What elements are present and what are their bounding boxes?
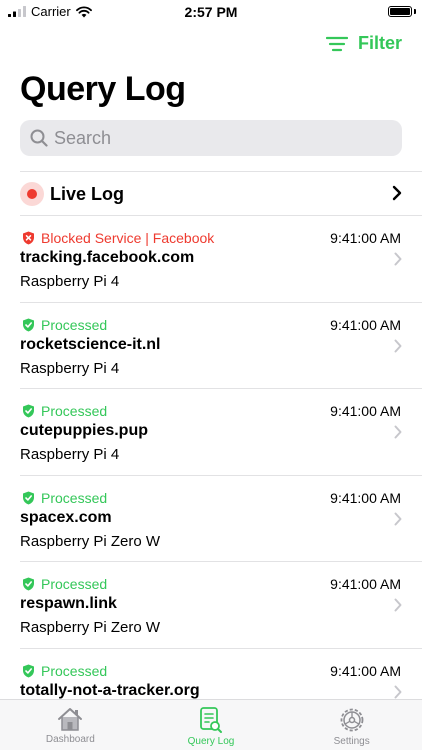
- entry-domain: spacex.com: [20, 508, 112, 526]
- gear-icon: [340, 708, 364, 732]
- chevron-right-icon: [394, 512, 402, 526]
- entry-status: Processed: [22, 663, 107, 679]
- log-entry[interactable]: Processed 9:41:00 AM cutepuppies.pup Ras…: [0, 389, 422, 476]
- chevron-right-icon: [394, 339, 402, 353]
- battery-icon: [388, 6, 412, 17]
- chevron-right-icon: [394, 598, 402, 612]
- entry-time: 9:41:00 AM: [330, 489, 401, 506]
- entry-domain: cutepuppies.pup: [20, 422, 148, 440]
- entry-status: Processed: [22, 490, 107, 506]
- log-entry[interactable]: Processed 9:41:00 AM spacex.com Raspberr…: [0, 476, 422, 563]
- entry-status-label: Processed: [41, 662, 108, 679]
- entry-time: 9:41:00 AM: [330, 576, 401, 593]
- entry-status-label: Blocked Service | Facebook: [41, 230, 215, 246]
- search-bar[interactable]: [20, 120, 402, 156]
- tab-label: Dashboard: [45, 734, 95, 745]
- entry-time: 9:41:00 AM: [330, 403, 401, 420]
- entry-time: 9:41:00 AM: [330, 316, 401, 333]
- tab-bar: Dashboard Query Log Settings: [0, 699, 422, 750]
- blocked-shield-icon: [23, 231, 34, 245]
- entry-status: Blocked Service | Facebook: [22, 230, 214, 246]
- search-icon: [30, 129, 48, 147]
- processed-shield-icon: [23, 404, 34, 418]
- entry-time: 9:41:00 AM: [330, 230, 401, 246]
- log-entry[interactable]: Blocked Service | Facebook 9:41:00 AM tr…: [0, 216, 422, 303]
- house-icon: [58, 708, 83, 731]
- entry-client: Raspberry Pi 4: [20, 359, 120, 377]
- entry-status-label: Processed: [41, 316, 108, 333]
- entry-domain: rocketscience-it.nl: [20, 335, 161, 353]
- processed-shield-icon: [23, 491, 34, 505]
- entry-time: 9:41:00 AM: [330, 662, 401, 679]
- tab-query-log[interactable]: Query Log: [141, 700, 282, 750]
- processed-shield-icon: [23, 577, 34, 591]
- live-indicator-icon: [20, 182, 44, 206]
- entry-domain: tracking.facebook.com: [20, 249, 195, 266]
- entry-status: Processed: [22, 403, 107, 419]
- tab-settings[interactable]: Settings: [281, 700, 422, 750]
- entry-status-label: Processed: [41, 576, 108, 593]
- log-entry[interactable]: Processed 9:41:00 AM respawn.link Raspbe…: [0, 562, 422, 649]
- entry-domain: totally-not-a-tracker.org: [20, 681, 200, 699]
- entry-client: Raspberry Pi 4: [20, 273, 120, 290]
- entry-domain: respawn.link: [20, 595, 117, 613]
- entry-client: Raspberry Pi 4: [20, 446, 120, 464]
- filter-button[interactable]: Filter: [325, 33, 402, 54]
- clock: 2:57 PM: [184, 4, 238, 20]
- log-entry[interactable]: Processed 9:41:00 AM rocketscience-it.nl…: [0, 303, 422, 390]
- entry-status: Processed: [22, 576, 107, 592]
- filter-label: Filter: [357, 33, 402, 53]
- processed-shield-icon: [23, 664, 34, 678]
- entry-status: Processed: [22, 317, 107, 333]
- processed-shield-icon: [23, 318, 34, 332]
- entry-client: Raspberry Pi Zero W: [20, 619, 161, 637]
- entry-status-label: Processed: [41, 403, 108, 420]
- chevron-right-icon: [394, 425, 402, 439]
- page-title: Query Log: [20, 70, 186, 108]
- entry-client: Raspberry Pi Zero W: [20, 532, 161, 550]
- search-input[interactable]: [54, 127, 374, 149]
- tab-label: Settings: [333, 736, 370, 747]
- battery-tip: [414, 9, 416, 14]
- entry-status-label: Processed: [41, 489, 108, 506]
- chevron-right-icon: [394, 252, 402, 266]
- status-bar: Carrier 2:57 PM: [0, 0, 422, 24]
- chevron-right-icon: [394, 685, 402, 699]
- tab-dashboard[interactable]: Dashboard: [0, 700, 141, 750]
- tab-label: Query Log: [187, 736, 235, 747]
- live-log-row[interactable]: Live Log: [20, 172, 422, 216]
- live-log-label: Live Log: [50, 183, 125, 204]
- chevron-right-icon: [392, 185, 402, 201]
- filter-icon: [325, 36, 348, 51]
- query-log-list: Blocked Service | Facebook 9:41:00 AM tr…: [0, 216, 422, 736]
- document-search-icon: [200, 707, 222, 733]
